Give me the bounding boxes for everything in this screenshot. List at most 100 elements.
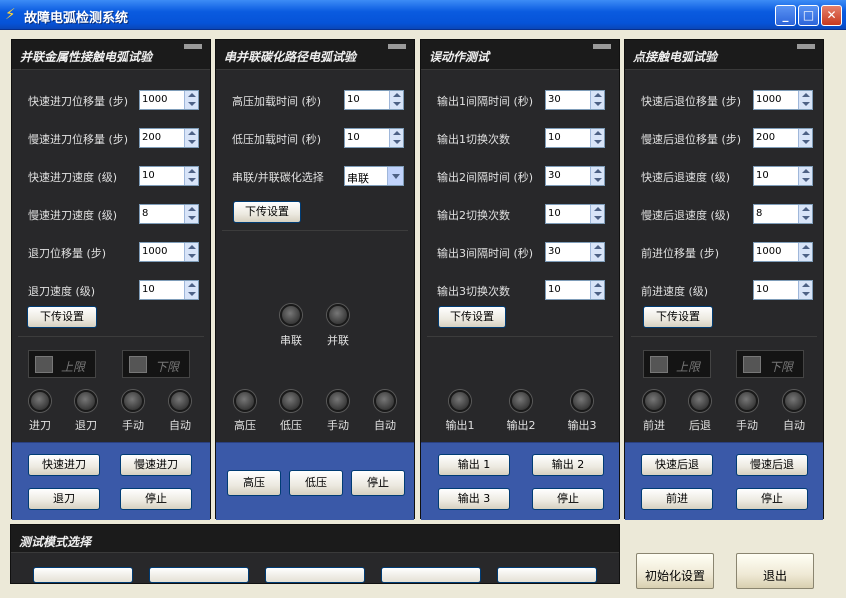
panel-title: 误动作测试 — [429, 50, 490, 64]
mode-select[interactable]: 串联 — [344, 166, 404, 186]
led-label: 输出2 — [506, 419, 536, 432]
led-label: 自动 — [374, 419, 396, 432]
spin-arrows-icon[interactable] — [590, 167, 604, 185]
spin-arrows-icon[interactable] — [798, 167, 812, 185]
spin-input[interactable]: 200 — [753, 128, 813, 148]
spin-input[interactable]: 1000 — [139, 242, 199, 262]
spin-arrows-icon[interactable] — [184, 167, 198, 185]
spin-value: 10 — [347, 94, 360, 105]
close-button[interactable]: ✕ — [821, 5, 842, 26]
output-2-button[interactable]: 输出 2 — [532, 454, 604, 476]
slow-reverse-button[interactable]: 慢速后退 — [736, 454, 808, 476]
limit-row: 上限 下限 — [12, 350, 210, 378]
status-led — [327, 390, 349, 412]
led-label: 高压 — [234, 419, 256, 432]
spin-value: 200 — [756, 132, 776, 143]
spin-value: 10 — [142, 170, 155, 181]
spin-input[interactable]: 1000 — [753, 242, 813, 262]
spin-input[interactable]: 30 — [545, 90, 605, 110]
field-label: 快速进刀速度 (级) — [28, 171, 118, 184]
spin-value: 10 — [548, 208, 561, 219]
field-row: 快速后退位移量 (步) 1000 — [625, 90, 823, 110]
stop-button[interactable]: 停止 — [351, 470, 405, 496]
spin-input[interactable]: 1000 — [753, 90, 813, 110]
fast-feed-button[interactable]: 快速进刀 — [28, 454, 100, 476]
lower-limit-indicator: 下限 — [122, 350, 190, 378]
spin-input[interactable]: 10 — [139, 280, 199, 300]
spin-input[interactable]: 10 — [344, 90, 404, 110]
spin-input[interactable]: 10 — [753, 166, 813, 186]
upload-settings-button[interactable]: 下传设置 — [27, 306, 97, 328]
status-led — [29, 390, 51, 412]
field-label: 退刀速度 (级) — [28, 285, 96, 298]
low-voltage-button[interactable]: 低压 — [289, 470, 343, 496]
output-3-button[interactable]: 输出 3 — [438, 488, 510, 510]
spin-input[interactable]: 10 — [344, 128, 404, 148]
forward-button[interactable]: 前进 — [641, 488, 713, 510]
minimize-button[interactable]: _ — [775, 5, 796, 26]
spin-input[interactable]: 30 — [545, 242, 605, 262]
spin-arrows-icon[interactable] — [590, 129, 604, 147]
stop-button[interactable]: 停止 — [120, 488, 192, 510]
chevron-down-icon[interactable] — [387, 167, 403, 185]
retract-button[interactable]: 退刀 — [28, 488, 100, 510]
spin-arrows-icon[interactable] — [184, 281, 198, 299]
control-bar: 输出 1 输出 2 输出 3 停止 — [421, 442, 619, 520]
spin-input[interactable]: 8 — [753, 204, 813, 224]
mode-button[interactable] — [33, 567, 133, 583]
stop-button[interactable]: 停止 — [532, 488, 604, 510]
mode-button[interactable] — [497, 567, 597, 583]
upload-settings-button[interactable]: 下传设置 — [438, 306, 506, 328]
stop-button[interactable]: 停止 — [736, 488, 808, 510]
spin-input[interactable]: 10 — [545, 128, 605, 148]
spin-arrows-icon[interactable] — [184, 205, 198, 223]
mode-button[interactable] — [265, 567, 365, 583]
spin-arrows-icon[interactable] — [590, 281, 604, 299]
field-label: 输出3间隔时间 (秒) — [437, 247, 534, 260]
spin-input[interactable]: 10 — [139, 166, 199, 186]
high-voltage-button[interactable]: 高压 — [227, 470, 281, 496]
spin-input[interactable]: 10 — [545, 204, 605, 224]
spin-input[interactable]: 10 — [753, 280, 813, 300]
panel-header: 测试模式选择 — [11, 525, 619, 553]
spin-input[interactable]: 10 — [545, 280, 605, 300]
maximize-button[interactable]: □ — [798, 5, 819, 26]
field-row: 快速进刀位移量 (步) 1000 — [12, 90, 210, 110]
field-label: 串联/并联碳化选择 — [232, 171, 324, 184]
exit-button[interactable]: 退出 — [736, 553, 814, 589]
field-label: 慢速进刀速度 (级) — [28, 209, 118, 222]
spin-arrows-icon[interactable] — [798, 205, 812, 223]
spin-arrows-icon[interactable] — [389, 91, 403, 109]
spin-arrows-icon[interactable] — [590, 243, 604, 261]
spin-arrows-icon[interactable] — [798, 129, 812, 147]
spin-arrows-icon[interactable] — [590, 91, 604, 109]
field-row: 输出1间隔时间 (秒) 30 — [421, 90, 619, 110]
spin-arrows-icon[interactable] — [184, 129, 198, 147]
field-label: 输出1间隔时间 (秒) — [437, 95, 534, 108]
upload-settings-button[interactable]: 下传设置 — [643, 306, 713, 328]
spin-arrows-icon[interactable] — [184, 243, 198, 261]
spin-arrows-icon[interactable] — [184, 91, 198, 109]
field-label: 慢速进刀位移量 (步) — [28, 133, 129, 146]
output-1-button[interactable]: 输出 1 — [438, 454, 510, 476]
spin-input[interactable]: 30 — [545, 166, 605, 186]
spin-arrows-icon[interactable] — [798, 281, 812, 299]
slow-feed-button[interactable]: 慢速进刀 — [120, 454, 192, 476]
field-label: 输出2切换次数 — [437, 209, 510, 222]
field-label: 高压加载时间 (秒) — [232, 95, 322, 108]
spin-arrows-icon[interactable] — [389, 129, 403, 147]
mode-button[interactable] — [381, 567, 481, 583]
spin-value: 1000 — [756, 246, 782, 257]
spin-arrows-icon[interactable] — [590, 205, 604, 223]
spin-input[interactable]: 200 — [139, 128, 199, 148]
init-settings-button[interactable]: 初始化设置 — [636, 553, 714, 589]
mode-button[interactable] — [149, 567, 249, 583]
spin-arrows-icon[interactable] — [798, 91, 812, 109]
upload-settings-button[interactable]: 下传设置 — [233, 201, 301, 223]
spin-input[interactable]: 1000 — [139, 90, 199, 110]
spin-input[interactable]: 8 — [139, 204, 199, 224]
field-row: 输出3切换次数 10 — [421, 280, 619, 300]
fast-reverse-button[interactable]: 快速后退 — [641, 454, 713, 476]
field-label: 快速后退位移量 (步) — [641, 95, 742, 108]
spin-arrows-icon[interactable] — [798, 243, 812, 261]
